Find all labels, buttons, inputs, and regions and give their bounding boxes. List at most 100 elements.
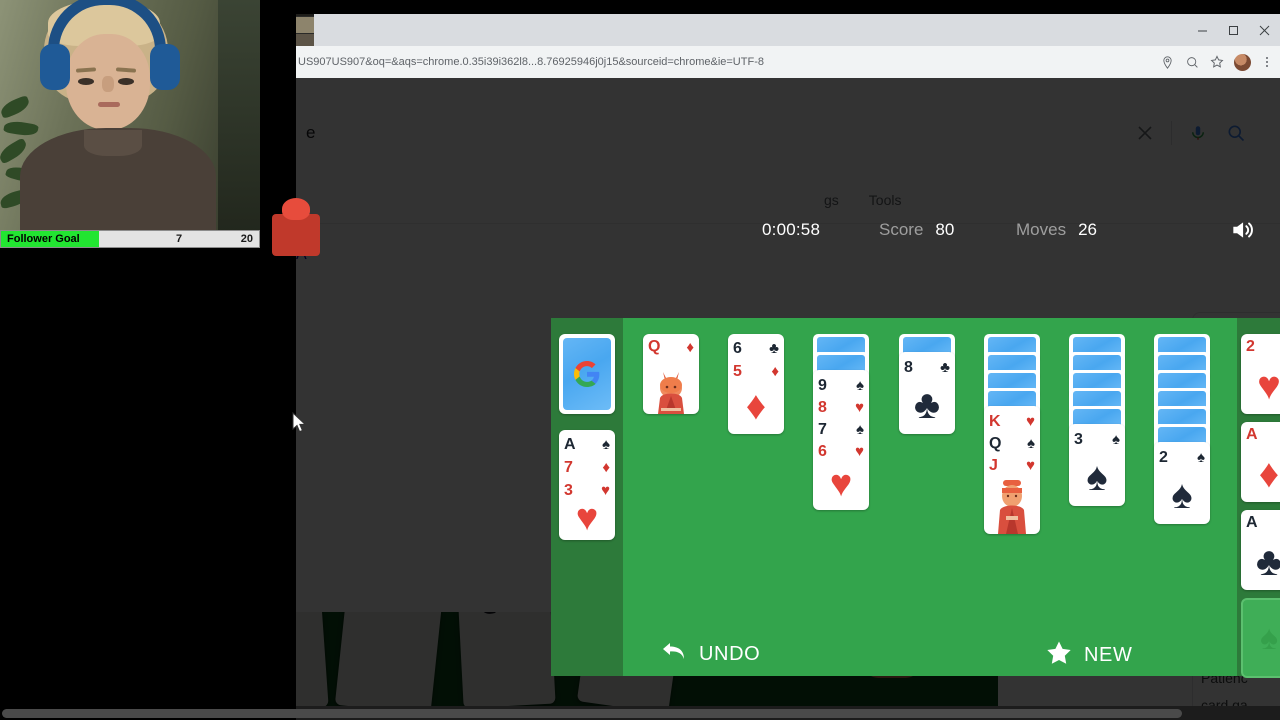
scrollbar-thumb[interactable] xyxy=(2,709,1182,718)
game-header: 0:00:58 Score 80 Moves 26 xyxy=(296,200,1253,260)
webcam-overlay xyxy=(0,0,260,232)
card-7-spades[interactable]: 7 ♠ xyxy=(818,418,864,441)
card-rank: 6 xyxy=(733,339,742,357)
card-3-spades[interactable]: 3 ♠ ♠ xyxy=(1069,424,1125,506)
card-6-clubs[interactable]: 6 ♣ xyxy=(733,337,779,360)
tab-thumbnail[interactable] xyxy=(296,14,314,50)
spade-icon: ♠ xyxy=(1171,473,1193,517)
follower-goal-progress: 7 20 xyxy=(99,231,259,247)
chrome-menu-icon[interactable] xyxy=(1256,51,1278,73)
game-score: Score 80 xyxy=(879,200,954,260)
card-rank: A xyxy=(1246,426,1258,443)
headphones-band xyxy=(48,0,166,50)
club-icon: ♣ xyxy=(769,340,779,357)
search-box[interactable]: e xyxy=(304,103,1144,163)
heart-icon: ♥ xyxy=(829,463,853,505)
browser-titlebar xyxy=(296,14,1280,46)
volume-on-icon[interactable] xyxy=(1228,216,1256,244)
mic-icon[interactable] xyxy=(1186,121,1210,145)
moves-label: Moves xyxy=(1016,220,1067,239)
undo-arrow-icon xyxy=(661,640,687,668)
card-k-hearts[interactable]: K ♥ xyxy=(989,410,1035,433)
spade-icon: ♠ xyxy=(602,436,610,453)
card-rank: 9 xyxy=(818,376,827,394)
tableau-3-stack[interactable]: 9 ♠ 8 ♥ 7 ♠ 6 ♥ ♥ xyxy=(813,370,869,510)
card-rank: 6 xyxy=(818,442,827,460)
undo-button[interactable]: UNDO xyxy=(661,640,760,668)
waste-card-7-diamonds[interactable]: 7 ♦ xyxy=(564,456,610,479)
headphone-cup-right xyxy=(150,44,180,90)
search-box-actions xyxy=(1133,103,1248,163)
diamond-icon: ♦ xyxy=(602,459,610,476)
maximize-icon[interactable] xyxy=(1218,14,1249,46)
heart-icon: ♥ xyxy=(1026,457,1035,474)
streamer-video xyxy=(18,0,218,232)
score-label: Score xyxy=(879,220,924,239)
card-9-spades[interactable]: 9 ♠ xyxy=(818,374,864,397)
new-game-button[interactable]: NEW xyxy=(1046,640,1132,671)
stock-card-back[interactable] xyxy=(559,334,615,414)
card-q-diamonds[interactable]: Q ♦ xyxy=(643,334,699,414)
card-2-hearts[interactable]: 2 ♥ ♥ xyxy=(1241,334,1280,414)
card-rank: K xyxy=(989,412,1001,430)
thumb-cell xyxy=(296,17,314,33)
card-corner: 2 ♠ xyxy=(1159,446,1205,469)
tableau-5-stack[interactable]: K ♥ Q ♠ J ♥ xyxy=(984,406,1040,534)
page-viewport: e gs Tools Patienc card ga 0:00:58 Score… xyxy=(296,78,1280,720)
location-pin-icon[interactable] xyxy=(1156,51,1178,73)
card-a-clubs[interactable]: A ♣ ♣ xyxy=(1241,510,1280,590)
spade-icon: ♠ xyxy=(1086,455,1108,499)
close-icon[interactable] xyxy=(1249,14,1280,46)
waste-card-stack[interactable]: A ♠ 7 ♦ 3 ♥ ♥ xyxy=(559,430,615,540)
spade-icon: ♠ xyxy=(856,421,864,438)
cam-right-shadow xyxy=(218,0,260,232)
follower-goal-target: 20 xyxy=(240,233,253,245)
heart-icon: ♥ xyxy=(855,399,864,416)
game-timer: 0:00:58 xyxy=(762,220,821,239)
address-bar[interactable]: US907US907&oq=&aqs=chrome.0.35i39i362l8.… xyxy=(296,50,1166,74)
omnibox-actions xyxy=(1156,46,1278,78)
waste-card-a-spades[interactable]: A ♠ xyxy=(564,433,610,456)
empty-foundation-slot[interactable]: ♠ xyxy=(1241,598,1280,678)
search-query-text: e xyxy=(306,123,316,142)
game-moves: Moves 26 xyxy=(1016,200,1097,260)
tableau-2-stack[interactable]: 6 ♣ 5 ♦ ♦ xyxy=(728,334,784,434)
card-8-clubs[interactable]: 8 ♣ ♣ xyxy=(899,352,955,434)
card-corner: 8 ♣ xyxy=(904,356,950,379)
heart-icon: ♥ xyxy=(1026,413,1035,430)
card-rank: Q xyxy=(648,338,661,355)
thumbnail-image-grid xyxy=(296,14,314,50)
queen-face-art xyxy=(643,358,699,414)
profile-avatar[interactable] xyxy=(1231,51,1253,73)
minimize-icon[interactable] xyxy=(1187,14,1218,46)
card-6-hearts[interactable]: 6 ♥ xyxy=(818,440,864,463)
heart-icon: ♥ xyxy=(575,497,599,539)
zoom-icon[interactable] xyxy=(1181,51,1203,73)
card-2-spades[interactable]: 2 ♠ ♠ xyxy=(1154,442,1210,524)
moves-value: 26 xyxy=(1078,220,1097,239)
search-divider xyxy=(1171,121,1172,145)
card-q-spades[interactable]: Q ♠ xyxy=(989,432,1035,455)
card-rank: A xyxy=(1246,514,1258,531)
search-icon[interactable] xyxy=(1224,121,1248,145)
clear-icon[interactable] xyxy=(1133,121,1157,145)
card-8-hearts[interactable]: 8 ♥ xyxy=(818,396,864,419)
bookmark-star-icon[interactable] xyxy=(1206,51,1228,73)
card-rank: 8 xyxy=(818,398,827,416)
card-a-diamonds[interactable]: A ♦ ♦ xyxy=(1241,422,1280,502)
follower-goal-current: 7 xyxy=(175,233,183,245)
game-board: A ♠ 7 ♦ 3 ♥ ♥ Q ♦ 6 ♣ 5 ♦ ♦ 9 ♠ 8 ♥ 7 ♠ … xyxy=(551,318,1280,678)
club-icon: ♣ xyxy=(940,359,950,376)
club-icon: ♣ xyxy=(1255,540,1280,584)
score-value: 80 xyxy=(935,220,955,239)
card-rank: 2 xyxy=(1159,448,1168,466)
card-rank: 5 xyxy=(733,362,742,380)
card-corner: A ♦ xyxy=(1246,425,1280,445)
card-back-pattern xyxy=(563,338,611,410)
card-rank: 3 xyxy=(564,481,573,499)
card-rank: Q xyxy=(989,434,1002,452)
solitaire-game: 0:00:58 Score 80 Moves 26 A ♠ 7 ♦ 3 ♥ ♥ … xyxy=(296,200,1280,678)
diamond-icon: ♦ xyxy=(745,384,767,428)
horizontal-scrollbar[interactable] xyxy=(0,706,1280,720)
card-5-diamonds[interactable]: 5 ♦ xyxy=(733,360,779,383)
